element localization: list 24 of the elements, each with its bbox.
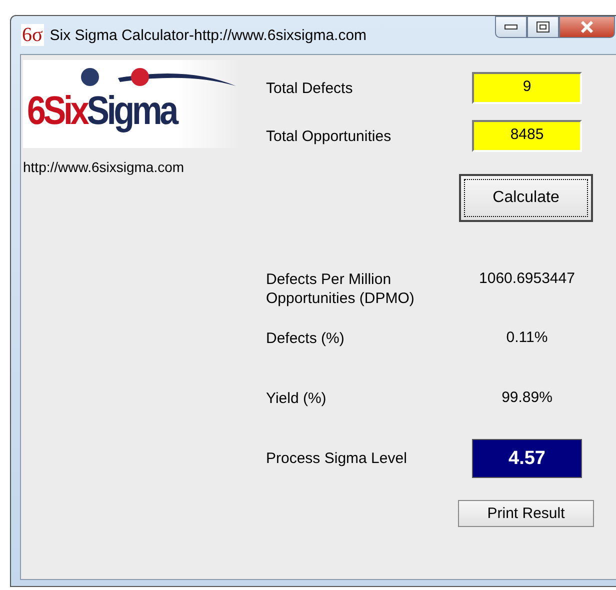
- window-title: Six Sigma Calculator-http://www.6sixsigma.com: [50, 26, 367, 44]
- input-field[interactable]: 9: [472, 72, 582, 104]
- minimize-icon: [504, 24, 518, 30]
- result-value: 1060.6953447: [478, 270, 576, 287]
- maximize-button[interactable]: [527, 16, 559, 38]
- app-icon: 6σ: [21, 24, 44, 46]
- logo-text: 6SixSigma: [27, 88, 176, 134]
- field-label: Total Opportunities: [266, 128, 392, 144]
- minimize-button[interactable]: [495, 16, 527, 38]
- sigma-level-value: 4.57: [472, 439, 582, 478]
- calculate-button[interactable]: Calculate: [459, 174, 593, 222]
- result-label: Defects Per Million Opportunities (DPMO): [266, 270, 416, 308]
- field-label: Total Defects: [266, 80, 354, 96]
- result-value: 99.89%: [500, 389, 554, 406]
- result-value: 0.11%: [505, 329, 549, 346]
- input-field[interactable]: 8485: [472, 120, 582, 152]
- result-label: Process Sigma Level: [266, 449, 408, 468]
- result-label: Yield (%): [266, 389, 328, 408]
- print-result-button[interactable]: Print Result: [458, 500, 594, 527]
- result-label: Defects (%): [266, 329, 346, 348]
- maximize-icon: [536, 21, 550, 33]
- website-url: http://www.6sixsigma.com: [23, 159, 184, 175]
- close-button[interactable]: [559, 16, 615, 38]
- close-icon: [580, 21, 594, 33]
